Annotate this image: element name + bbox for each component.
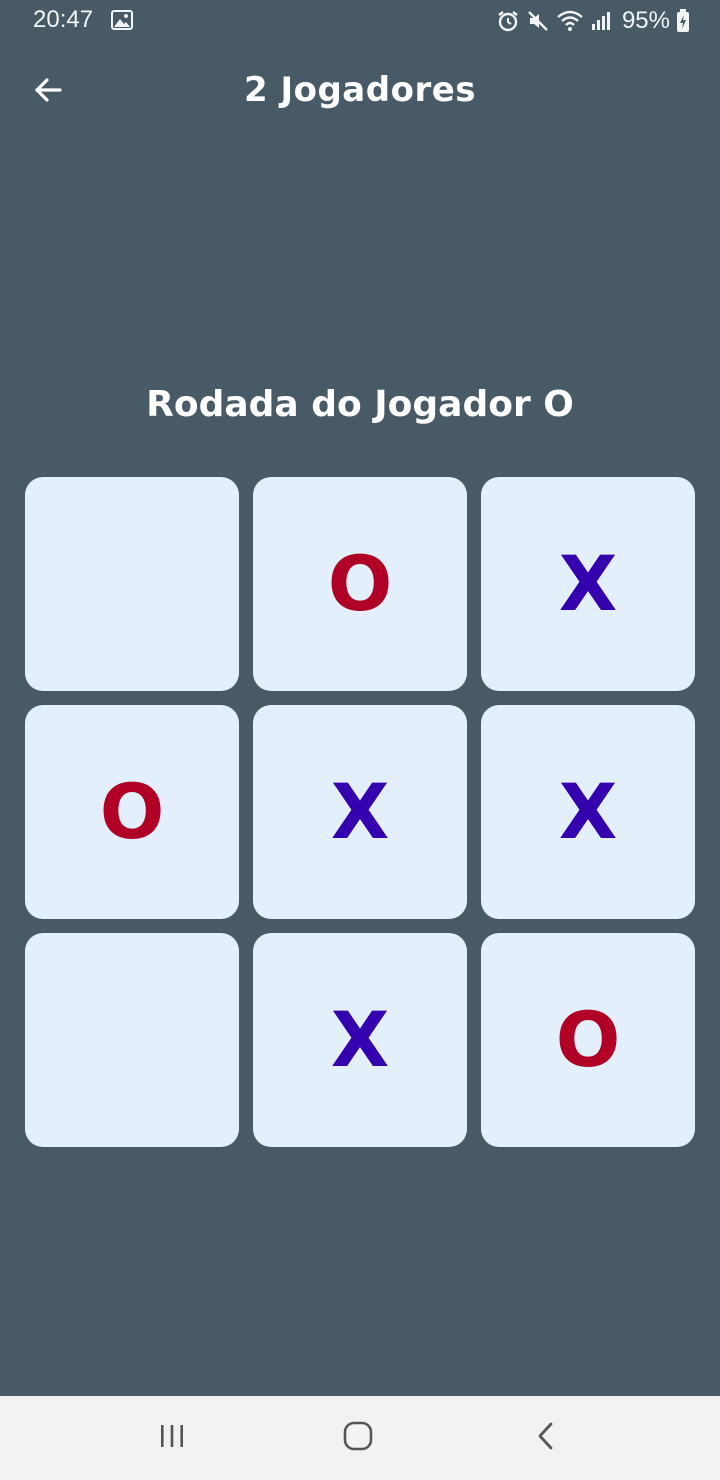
status-bar: 20:47 95% [0, 0, 720, 44]
home-icon [342, 1420, 374, 1456]
status-time: 20:47 [33, 6, 94, 33]
turn-label: Rodada do Jogador O [146, 384, 574, 425]
cell-mark: X [558, 767, 618, 856]
recent-apps-icon [157, 1422, 187, 1454]
status-icons: 95% [496, 6, 690, 36]
gallery-icon [111, 10, 133, 30]
board-cell-0-1[interactable]: O [253, 477, 467, 691]
recent-apps-button[interactable] [142, 1414, 202, 1462]
alarm-icon [496, 9, 520, 33]
board-cell-1-2[interactable]: X [481, 705, 695, 919]
board-cell-0-2[interactable]: X [481, 477, 695, 691]
cell-mark: O [99, 767, 165, 856]
battery-charging-icon [676, 9, 690, 33]
board-cell-2-2[interactable]: O [481, 933, 695, 1147]
cell-mark: X [330, 767, 390, 856]
game-board: O X O X X X O [25, 477, 695, 1147]
app-bar: 2 Jogadores [0, 56, 720, 126]
wifi-icon [556, 9, 584, 33]
page-title: 2 Jogadores [243, 70, 477, 110]
cell-mark: O [555, 995, 621, 1084]
battery-percent: 95% [621, 7, 670, 34]
signal-icon [590, 10, 612, 32]
board-cell-2-0[interactable] [25, 933, 239, 1147]
board-cell-0-0[interactable] [25, 477, 239, 691]
cell-mark: X [558, 539, 618, 628]
cell-mark: X [330, 995, 390, 1084]
home-button[interactable] [328, 1414, 388, 1462]
mute-icon [526, 9, 550, 33]
board-cell-2-1[interactable]: X [253, 933, 467, 1147]
back-icon [536, 1421, 556, 1455]
board-cell-1-0[interactable]: O [25, 705, 239, 919]
nav-back-button[interactable] [516, 1414, 576, 1462]
cell-mark: O [327, 539, 393, 628]
system-nav-bar [0, 1396, 720, 1480]
board-cell-1-1[interactable]: X [253, 705, 467, 919]
